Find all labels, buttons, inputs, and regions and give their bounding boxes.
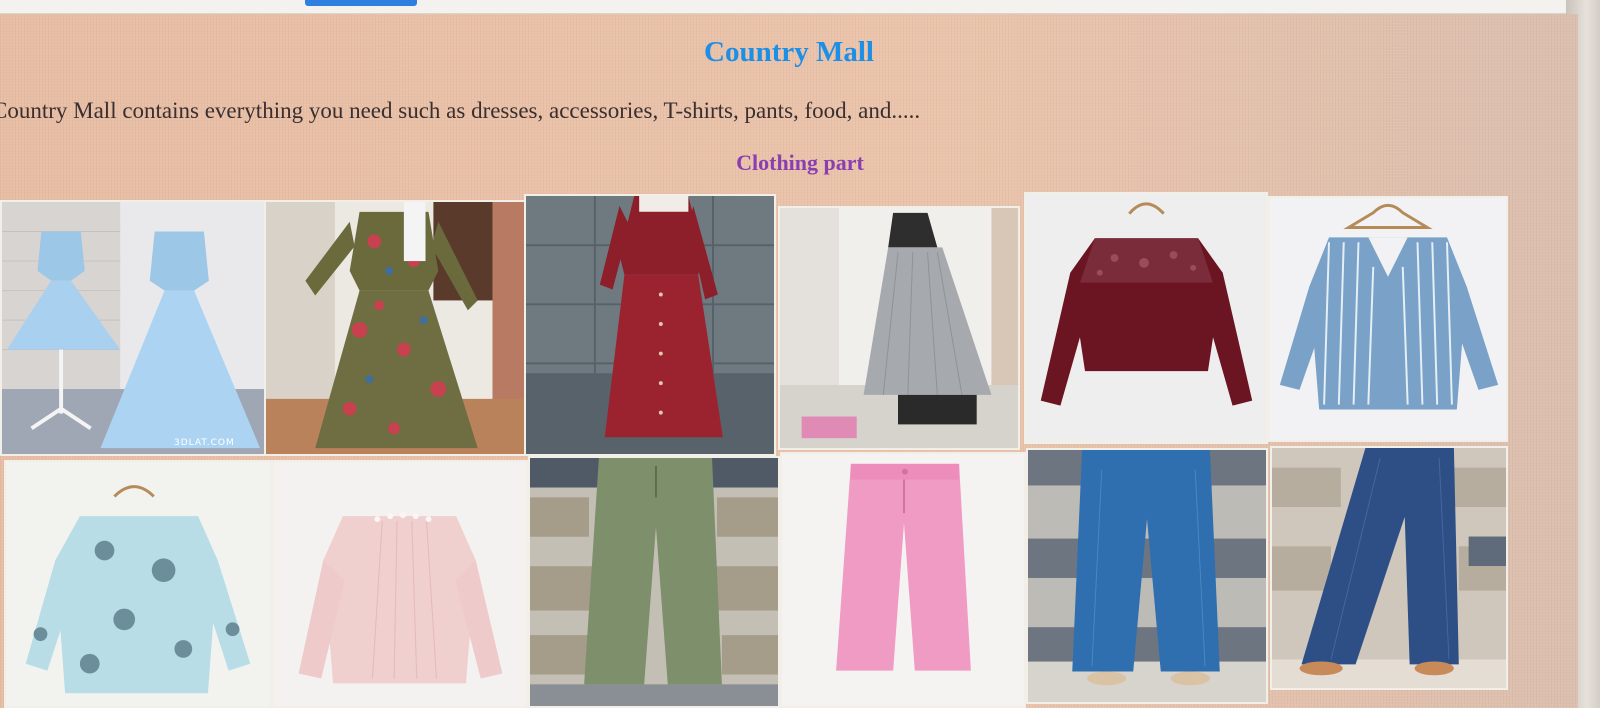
pink-wide-leg-pants-image[interactable] xyxy=(780,452,1026,708)
active-tab-indicator[interactable] xyxy=(305,0,417,6)
burgundy-button-dress-image[interactable] xyxy=(524,194,776,456)
image-watermark: 3DLAT.COM xyxy=(174,438,235,448)
browser-top-strip xyxy=(0,0,1600,14)
page-title: Country Mall xyxy=(704,36,874,68)
dark-blue-wide-jeans-image[interactable] xyxy=(1270,446,1508,690)
pale-pink-blouse-image[interactable] xyxy=(272,460,528,708)
floral-light-blue-blouse-image[interactable] xyxy=(4,460,272,708)
section-heading: Clothing part xyxy=(736,150,864,175)
olive-floral-maxi-dress-image[interactable] xyxy=(264,200,526,456)
page-content: Country Mall Country Mall contains every… xyxy=(0,14,1578,708)
blue-striped-blouse-image[interactable] xyxy=(1268,196,1508,442)
olive-wide-leg-pants-image[interactable] xyxy=(528,456,780,708)
grey-striped-shirt-dress-image[interactable] xyxy=(778,206,1020,450)
burgundy-lace-blouse-image[interactable] xyxy=(1024,192,1268,444)
blue-tulle-dresses-image[interactable]: 3DLAT.COM xyxy=(0,200,266,456)
page-description: Country Mall contains everything you nee… xyxy=(0,98,921,123)
product-gallery: 3DLAT.COM xyxy=(0,192,1520,708)
blue-wide-jeans-image[interactable] xyxy=(1026,448,1268,704)
